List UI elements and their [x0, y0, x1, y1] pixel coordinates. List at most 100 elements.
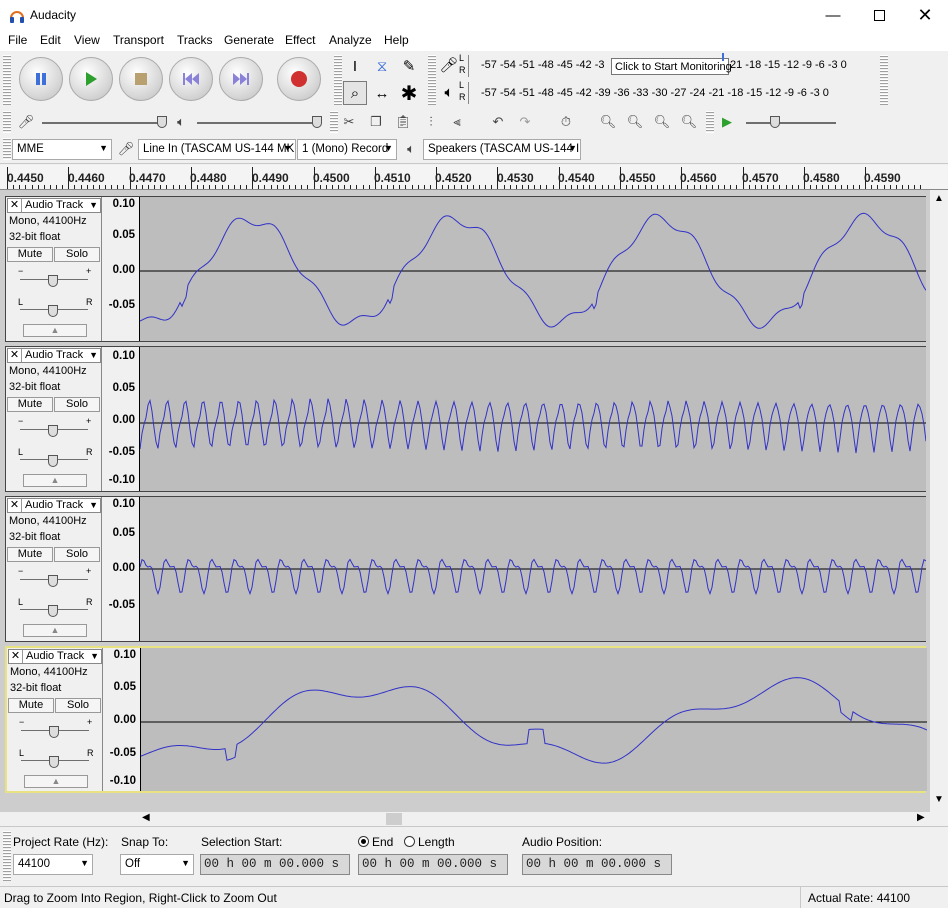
- gain-thumb[interactable]: [49, 726, 59, 738]
- pan-thumb[interactable]: [48, 605, 58, 617]
- undo-button[interactable]: ↶: [487, 111, 509, 133]
- redo-button[interactable]: ↷: [514, 111, 536, 133]
- minimize-button[interactable]: —: [810, 0, 856, 31]
- track-name-menu[interactable]: ✕ Audio Track ▼: [7, 498, 101, 513]
- collapse-track-button[interactable]: ▲: [23, 624, 87, 637]
- waveform[interactable]: [140, 347, 926, 491]
- collapse-track-button[interactable]: ▲: [23, 324, 87, 337]
- project-rate-select[interactable]: 44100 ▼: [13, 854, 93, 875]
- record-button[interactable]: [277, 57, 321, 101]
- solo-button[interactable]: Solo: [54, 247, 100, 262]
- play-at-speed-button[interactable]: ▶: [716, 111, 738, 133]
- track-name-menu[interactable]: ✕ Audio Track ▼: [7, 348, 101, 363]
- recording-device-select[interactable]: Line In (TASCAM US-144 MK ▼: [138, 139, 296, 160]
- play-speed-thumb[interactable]: [770, 116, 780, 128]
- audio-position-time[interactable]: 00 h 00 m 00.000 s: [522, 854, 672, 875]
- menu-edit[interactable]: Edit: [40, 33, 61, 47]
- close-track-icon[interactable]: ✕: [8, 349, 22, 362]
- play-button[interactable]: [69, 57, 113, 101]
- menu-generate[interactable]: Generate: [224, 33, 274, 47]
- paste-button[interactable]: 📋︎: [392, 111, 414, 133]
- audio-host-select[interactable]: MME ▼: [12, 139, 112, 160]
- cut-button[interactable]: ✂: [338, 111, 360, 133]
- trim-button[interactable]: ⫶: [420, 111, 442, 133]
- record-meter-button[interactable]: 🎤︎: [437, 53, 461, 77]
- silence-button[interactable]: ⫷: [446, 111, 468, 133]
- toolbar-grip[interactable]: [330, 111, 338, 133]
- input-volume-thumb[interactable]: [157, 116, 167, 128]
- output-volume-slider[interactable]: [197, 122, 319, 124]
- selection-start-time[interactable]: 00 h 00 m 00.000 s: [200, 854, 350, 875]
- draw-tool[interactable]: ✎: [397, 54, 421, 78]
- pan-thumb[interactable]: [48, 455, 58, 467]
- length-radio[interactable]: Length: [404, 835, 455, 849]
- pan-thumb[interactable]: [48, 305, 58, 317]
- toolbar-grip[interactable]: [428, 55, 436, 105]
- skip-to-end-button[interactable]: [219, 57, 263, 101]
- collapse-track-button[interactable]: ▲: [23, 474, 87, 487]
- toolbar-grip[interactable]: [880, 55, 888, 105]
- recording-channels-select[interactable]: 1 (Mono) Record ▼: [297, 139, 397, 160]
- waveform[interactable]: [140, 197, 926, 341]
- close-track-icon[interactable]: ✕: [8, 499, 22, 512]
- toolbar-grip[interactable]: [3, 831, 11, 881]
- end-radio[interactable]: End: [358, 835, 393, 849]
- solo-button[interactable]: Solo: [55, 698, 101, 713]
- scroll-up-icon[interactable]: ▲: [934, 193, 944, 204]
- selection-tool[interactable]: I: [343, 54, 367, 78]
- input-volume-slider[interactable]: [42, 122, 164, 124]
- close-track-icon[interactable]: ✕: [9, 650, 23, 663]
- time-shift-tool[interactable]: ↔: [370, 81, 394, 105]
- pan-thumb[interactable]: [49, 756, 59, 768]
- playback-device-select[interactable]: Speakers (TASCAM US-144 I ▼: [423, 139, 581, 160]
- audio-track[interactable]: ✕ Audio Track ▼ Mono, 44100Hz 32-bit flo…: [5, 346, 926, 492]
- maximize-button[interactable]: [856, 0, 902, 31]
- selection-end-time[interactable]: 00 h 00 m 00.000 s: [358, 854, 508, 875]
- menu-view[interactable]: View: [74, 33, 100, 47]
- mute-button[interactable]: Mute: [8, 698, 54, 713]
- audio-track[interactable]: ✕ Audio Track ▼ Mono, 44100Hz 32-bit flo…: [5, 196, 926, 342]
- play-speed-slider[interactable]: [746, 122, 836, 124]
- gain-thumb[interactable]: [48, 575, 58, 587]
- gain-thumb[interactable]: [48, 275, 58, 287]
- toolbar-grip[interactable]: [3, 111, 11, 133]
- menu-file[interactable]: File: [8, 33, 27, 47]
- audio-track-selected[interactable]: ✕ Audio Track ▼ Mono, 44100Hz 32-bit flo…: [5, 646, 927, 793]
- timeline-ruler[interactable]: 0.4450 0.4460 0.4470 0.4480 0.4490 0.450…: [0, 165, 948, 190]
- close-track-icon[interactable]: ✕: [8, 199, 22, 212]
- menu-transport[interactable]: Transport: [113, 33, 164, 47]
- vertical-scrollbar[interactable]: ▲ ▼: [930, 190, 948, 812]
- menu-effect[interactable]: Effect: [285, 33, 315, 47]
- solo-button[interactable]: Solo: [54, 547, 100, 562]
- sync-lock-button[interactable]: ⏱: [555, 111, 577, 133]
- collapse-track-button[interactable]: ▲: [24, 775, 88, 788]
- snap-to-select[interactable]: Off ▼: [120, 854, 194, 875]
- stop-button[interactable]: [119, 57, 163, 101]
- horizontal-scrollbar[interactable]: ◀ ▶: [140, 812, 930, 826]
- menu-help[interactable]: Help: [384, 33, 409, 47]
- toolbar-grip[interactable]: [3, 138, 11, 160]
- solo-button[interactable]: Solo: [54, 397, 100, 412]
- scroll-left-icon[interactable]: ◀: [142, 812, 150, 823]
- copy-button[interactable]: ❐: [365, 111, 387, 133]
- close-button[interactable]: ✕: [902, 0, 948, 31]
- track-name-menu[interactable]: ✕ Audio Track ▼: [8, 649, 102, 664]
- zoom-out-button[interactable]: 🔍︎: [624, 111, 646, 133]
- multi-tool[interactable]: ✱: [397, 81, 421, 105]
- toolbar-grip[interactable]: [334, 55, 342, 105]
- output-volume-thumb[interactable]: [312, 116, 322, 128]
- menu-tracks[interactable]: Tracks: [177, 33, 213, 47]
- skip-to-start-button[interactable]: [169, 57, 213, 101]
- fit-project-button[interactable]: 🔍︎: [678, 111, 700, 133]
- menu-analyze[interactable]: Analyze: [329, 33, 372, 47]
- mute-button[interactable]: Mute: [7, 547, 53, 562]
- fit-selection-button[interactable]: 🔍︎: [651, 111, 673, 133]
- mute-button[interactable]: Mute: [7, 247, 53, 262]
- scroll-right-icon[interactable]: ▶: [917, 812, 925, 823]
- horizontal-scroll-thumb[interactable]: [386, 813, 402, 825]
- toolbar-grip[interactable]: [3, 55, 11, 105]
- mute-button[interactable]: Mute: [7, 397, 53, 412]
- toolbar-grip[interactable]: [706, 111, 714, 133]
- waveform[interactable]: [141, 648, 927, 791]
- zoom-in-button[interactable]: 🔍︎: [597, 111, 619, 133]
